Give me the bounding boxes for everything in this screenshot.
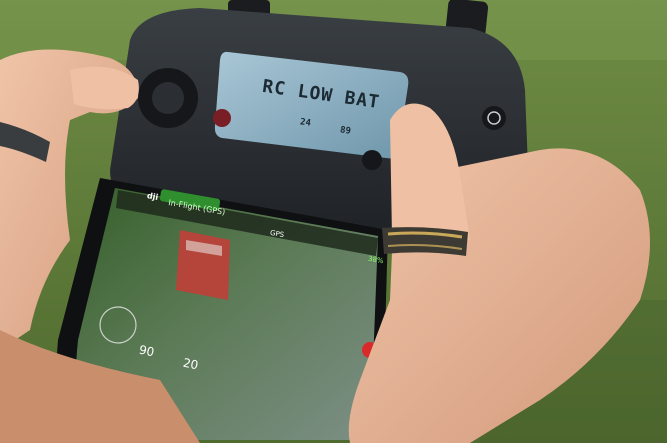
scene <box>0 0 667 443</box>
lcd-reading-1: 24 <box>299 117 312 129</box>
right-ring <box>382 227 468 256</box>
red-building <box>176 230 230 300</box>
distance-readout: 20 <box>181 355 200 373</box>
red-button <box>213 109 231 127</box>
left-joystick <box>152 82 184 114</box>
dji-logo: dji <box>146 191 159 202</box>
dial-button <box>362 150 382 170</box>
lcd-reading-2: 89 <box>339 125 352 137</box>
power-button <box>482 106 506 130</box>
altitude-readout: 90 <box>137 342 156 360</box>
